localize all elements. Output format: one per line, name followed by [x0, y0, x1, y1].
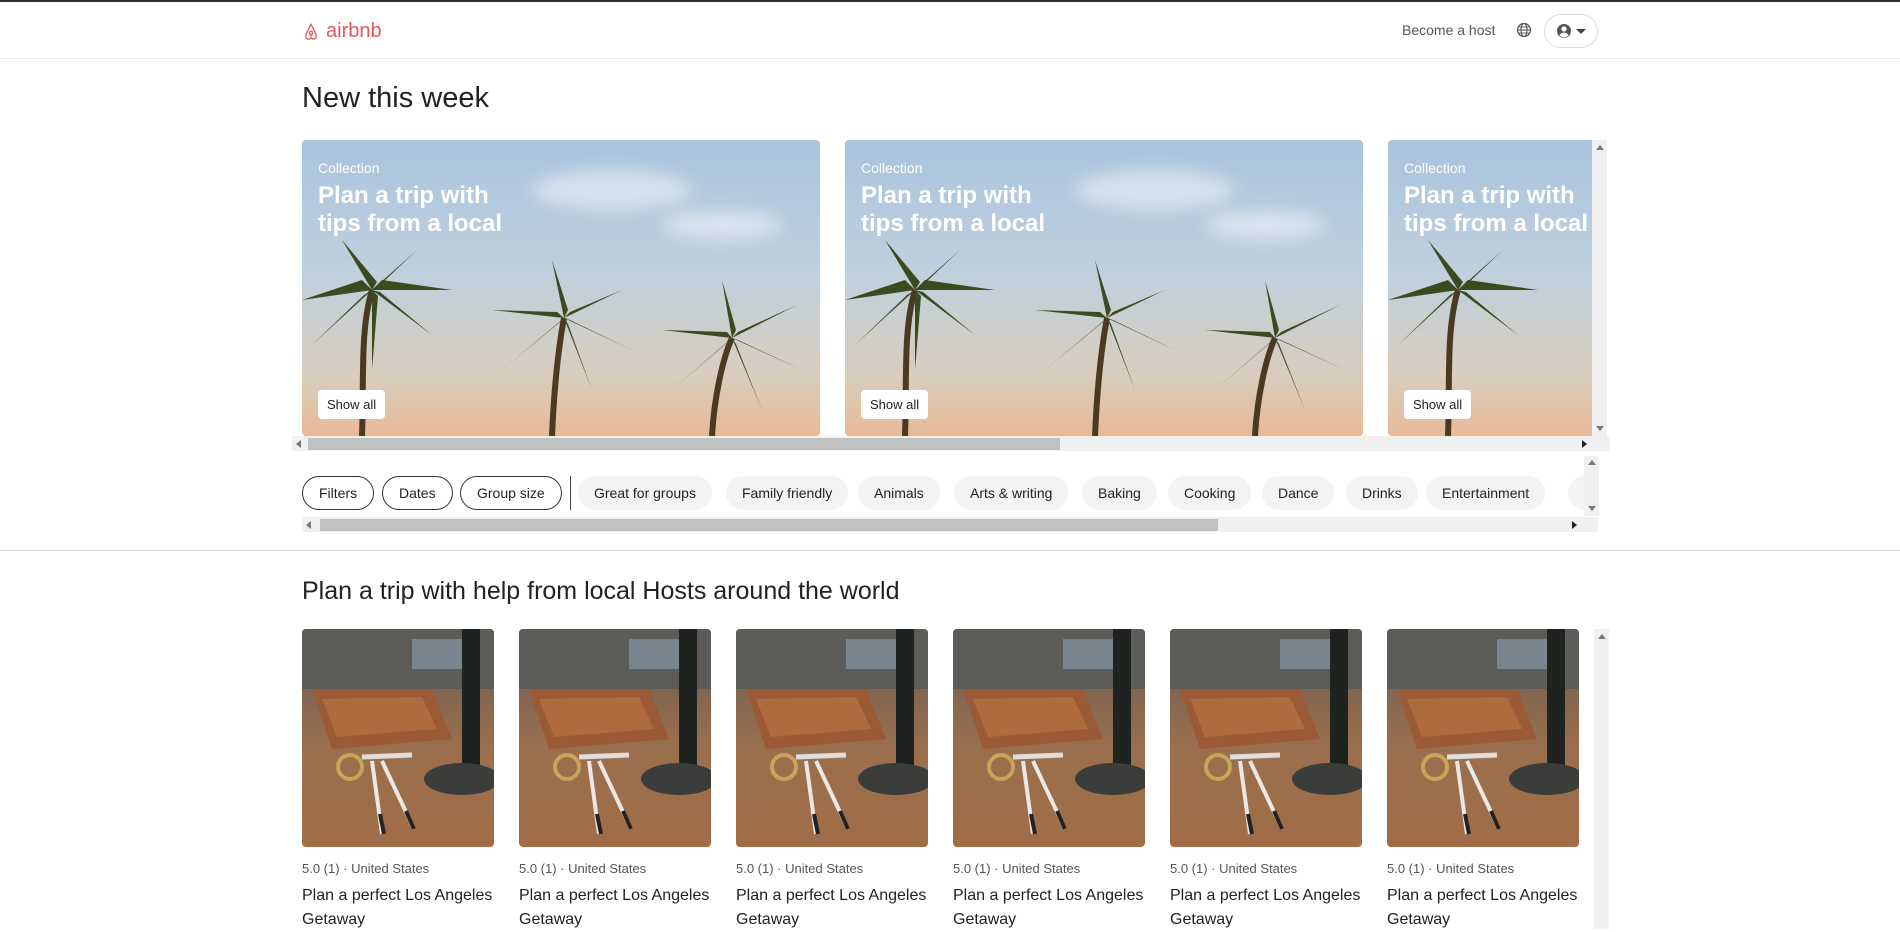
scroll-down-arrow-icon[interactable]: [1596, 426, 1604, 431]
scroll-left-arrow-icon[interactable]: [296, 440, 301, 448]
scroll-left-arrow-icon[interactable]: [306, 521, 311, 529]
become-host-link[interactable]: Become a host: [1402, 22, 1495, 38]
site-header: airbnb Become a host: [0, 2, 1900, 59]
collection-card[interactable]: Collection Plan a trip with tips from a …: [302, 140, 820, 436]
experience-card[interactable]: 5.0 (1) · United States Plan a perfect Lo…: [953, 629, 1145, 932]
experience-rating-location: 5.0 (1) · United States: [953, 861, 1081, 876]
desk-compass-image: [953, 629, 1145, 835]
section-divider: [0, 550, 1900, 551]
show-all-button[interactable]: Show all: [318, 390, 386, 419]
filter-vertical-scrollbar[interactable]: [1584, 456, 1599, 516]
experience-rating-location: 5.0 (1) · United States: [1170, 861, 1298, 876]
scrollbar-thumb[interactable]: [308, 438, 1060, 450]
experience-title[interactable]: Plan a perfect Los Angeles Getaway: [1170, 884, 1362, 932]
scroll-right-arrow-icon[interactable]: [1582, 440, 1587, 448]
category-chip[interactable]: Baking: [1082, 476, 1157, 510]
collection-title: Plan a trip with tips from a local: [318, 182, 503, 237]
experience-rating-location: 5.0 (1) · United States: [519, 861, 647, 876]
caret-down-icon: [1576, 28, 1586, 34]
scroll-up-arrow-icon[interactable]: [1588, 460, 1596, 465]
experience-title[interactable]: Plan a perfect Los Angeles Getaway: [1387, 884, 1579, 932]
desk-compass-image: [1387, 629, 1579, 835]
experience-title[interactable]: Plan a perfect Los Angeles Getaway: [953, 884, 1145, 932]
dates-button[interactable]: Dates: [382, 476, 453, 510]
scroll-up-arrow-icon[interactable]: [1598, 634, 1606, 639]
collection-card[interactable]: Collection Plan a trip with tips from a …: [1388, 140, 1592, 436]
show-all-button[interactable]: Show all: [861, 390, 929, 419]
experience-photo[interactable]: [1170, 629, 1362, 847]
desk-compass-image: [519, 629, 711, 835]
airbnb-logo[interactable]: airbnb: [302, 20, 382, 43]
scroll-down-arrow-icon[interactable]: [1588, 506, 1596, 511]
carousel-horizontal-scrollbar[interactable]: [292, 436, 1610, 451]
desk-compass-image: [302, 629, 494, 835]
collection-label: Collection: [318, 160, 380, 176]
category-chip[interactable]: Animals: [858, 476, 940, 510]
scroll-right-arrow-icon[interactable]: [1572, 521, 1577, 529]
filter-horizontal-scrollbar[interactable]: [302, 517, 1598, 532]
category-chip[interactable]: Dance: [1262, 476, 1335, 510]
show-all-button[interactable]: Show all: [1404, 390, 1472, 419]
experience-photo[interactable]: [1387, 629, 1579, 847]
experience-title[interactable]: Plan a perfect Los Angeles Getaway: [736, 884, 928, 932]
airbnb-logo-icon: [305, 22, 317, 40]
collection-card[interactable]: Collection Plan a trip with tips from a …: [845, 140, 1363, 436]
group-size-button[interactable]: Group size: [460, 476, 562, 510]
collection-carousel[interactable]: Collection Plan a trip with tips from a …: [302, 140, 1592, 436]
experience-photo[interactable]: [736, 629, 928, 847]
experience-title[interactable]: Plan a perfect Los Angeles Getaway: [519, 884, 711, 932]
experience-card[interactable]: 5.0 (1) · United States Plan a perfect Lo…: [519, 629, 711, 932]
experience-photo[interactable]: [519, 629, 711, 847]
collection-label: Collection: [1404, 160, 1466, 176]
experience-rating-location: 5.0 (1) · United States: [736, 861, 864, 876]
scrollbar-thumb[interactable]: [320, 519, 1218, 531]
collection-label: Collection: [861, 160, 923, 176]
experience-title[interactable]: Plan a perfect Los Angeles Getaway: [302, 884, 494, 932]
filter-divider: [570, 476, 571, 510]
user-menu-button[interactable]: [1544, 14, 1598, 48]
scroll-up-arrow-icon[interactable]: [1596, 145, 1604, 150]
user-circle-icon: [1557, 24, 1571, 38]
category-chip[interactable]: Cooking: [1168, 476, 1252, 510]
experience-rating-location: 5.0 (1) · United States: [302, 861, 430, 876]
category-chip[interactable]: Entertainment: [1426, 476, 1546, 510]
experience-card[interactable]: 5.0 (1) · United States Plan a perfect Lo…: [302, 629, 494, 932]
experience-rating-location: 5.0 (1) · United States: [1387, 861, 1515, 876]
category-chip[interactable]: Family friendly: [726, 476, 849, 510]
carousel-vertical-scrollbar[interactable]: [1592, 140, 1607, 436]
filters-button[interactable]: Filters: [302, 476, 375, 510]
experience-photo[interactable]: [302, 629, 494, 847]
experience-photo[interactable]: [953, 629, 1145, 847]
collection-title: Plan a trip with tips from a local: [861, 182, 1046, 237]
section-title-new-this-week: New this week: [302, 82, 489, 114]
category-chip[interactable]: Arts & writing: [954, 476, 1069, 510]
category-chip[interactable]: Great for groups: [578, 476, 712, 510]
globe-icon[interactable]: [1516, 22, 1532, 38]
desk-compass-image: [1170, 629, 1362, 835]
collection-title: Plan a trip with tips from a local: [1404, 182, 1589, 237]
experience-card[interactable]: 5.0 (1) · United States Plan a perfect Lo…: [736, 629, 928, 932]
desk-compass-image: [736, 629, 928, 835]
experience-card[interactable]: 5.0 (1) · United States Plan a perfect Lo…: [1387, 629, 1579, 932]
section-title-plan-trip: Plan a trip with help from local Hosts a…: [302, 577, 900, 605]
experience-vertical-scrollbar[interactable]: [1594, 629, 1609, 929]
category-chip[interactable]: Drinks: [1346, 476, 1418, 510]
logo-text: airbnb: [326, 20, 382, 42]
filter-bar: Filters Dates Group size Great for group…: [302, 476, 1592, 512]
experience-card[interactable]: 5.0 (1) · United States Plan a perfect Lo…: [1170, 629, 1362, 932]
